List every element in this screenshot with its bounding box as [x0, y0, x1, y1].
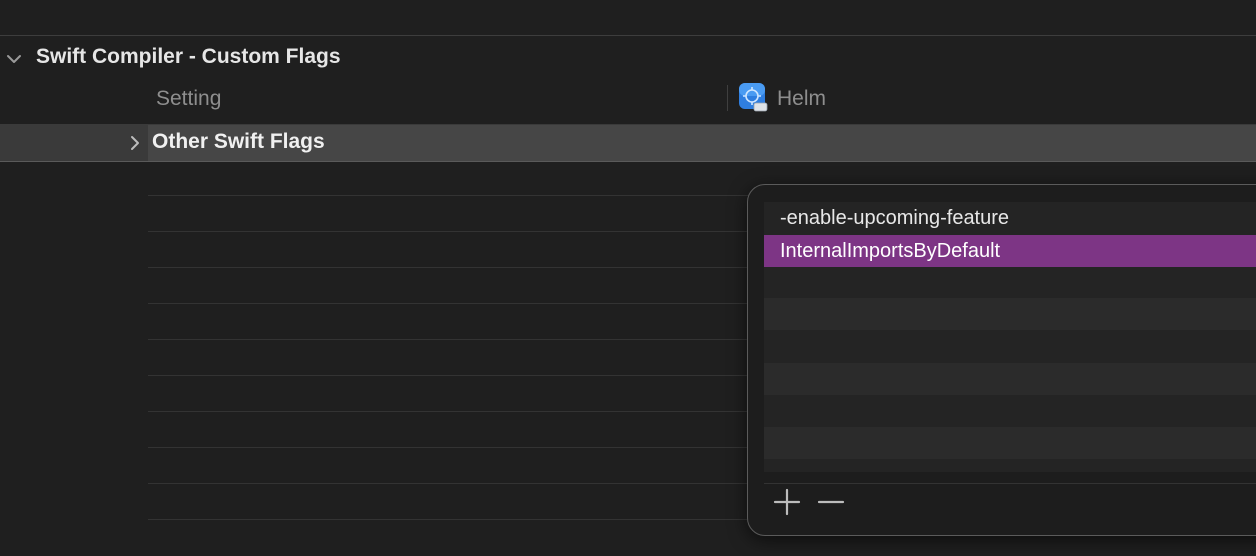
- minus-icon[interactable]: [816, 487, 846, 517]
- plus-icon[interactable]: [772, 487, 802, 517]
- empty-row: [764, 266, 1256, 298]
- column-header: Setting Helm: [0, 80, 1256, 120]
- column-setting-label: Setting: [156, 87, 222, 110]
- setting-row-other-swift-flags[interactable]: Other Swift Flags: [0, 124, 1256, 162]
- empty-row: [764, 395, 1256, 427]
- section-title: Swift Compiler - Custom Flags: [36, 45, 341, 68]
- empty-row: [764, 427, 1256, 459]
- flag-value: -enable-upcoming-feature: [780, 207, 1010, 229]
- row-indent: [0, 125, 148, 161]
- top-divider: [0, 35, 1256, 36]
- list-item-selected[interactable]: InternalImportsByDefault: [764, 235, 1256, 267]
- column-separator: [727, 85, 728, 111]
- column-target-label: Helm: [777, 87, 827, 110]
- list-toolbar: [764, 483, 1256, 518]
- section-header[interactable]: Swift Compiler - Custom Flags: [0, 38, 700, 78]
- empty-row: [764, 363, 1256, 395]
- app-target-icon: [739, 83, 768, 112]
- empty-row: [764, 298, 1256, 330]
- chevron-down-icon[interactable]: [6, 51, 22, 67]
- build-settings-page: Swift Compiler - Custom Flags Setting He…: [0, 0, 1256, 556]
- flag-value: InternalImportsByDefault: [780, 240, 1001, 262]
- empty-row: [764, 330, 1256, 362]
- flags-list[interactable]: -enable-upcoming-feature InternalImports…: [764, 202, 1256, 472]
- flags-editor-popover: -enable-upcoming-feature InternalImports…: [747, 184, 1256, 536]
- setting-name: Other Swift Flags: [152, 130, 325, 153]
- list-item[interactable]: -enable-upcoming-feature: [764, 202, 1256, 234]
- chevron-right-icon[interactable]: [128, 135, 142, 151]
